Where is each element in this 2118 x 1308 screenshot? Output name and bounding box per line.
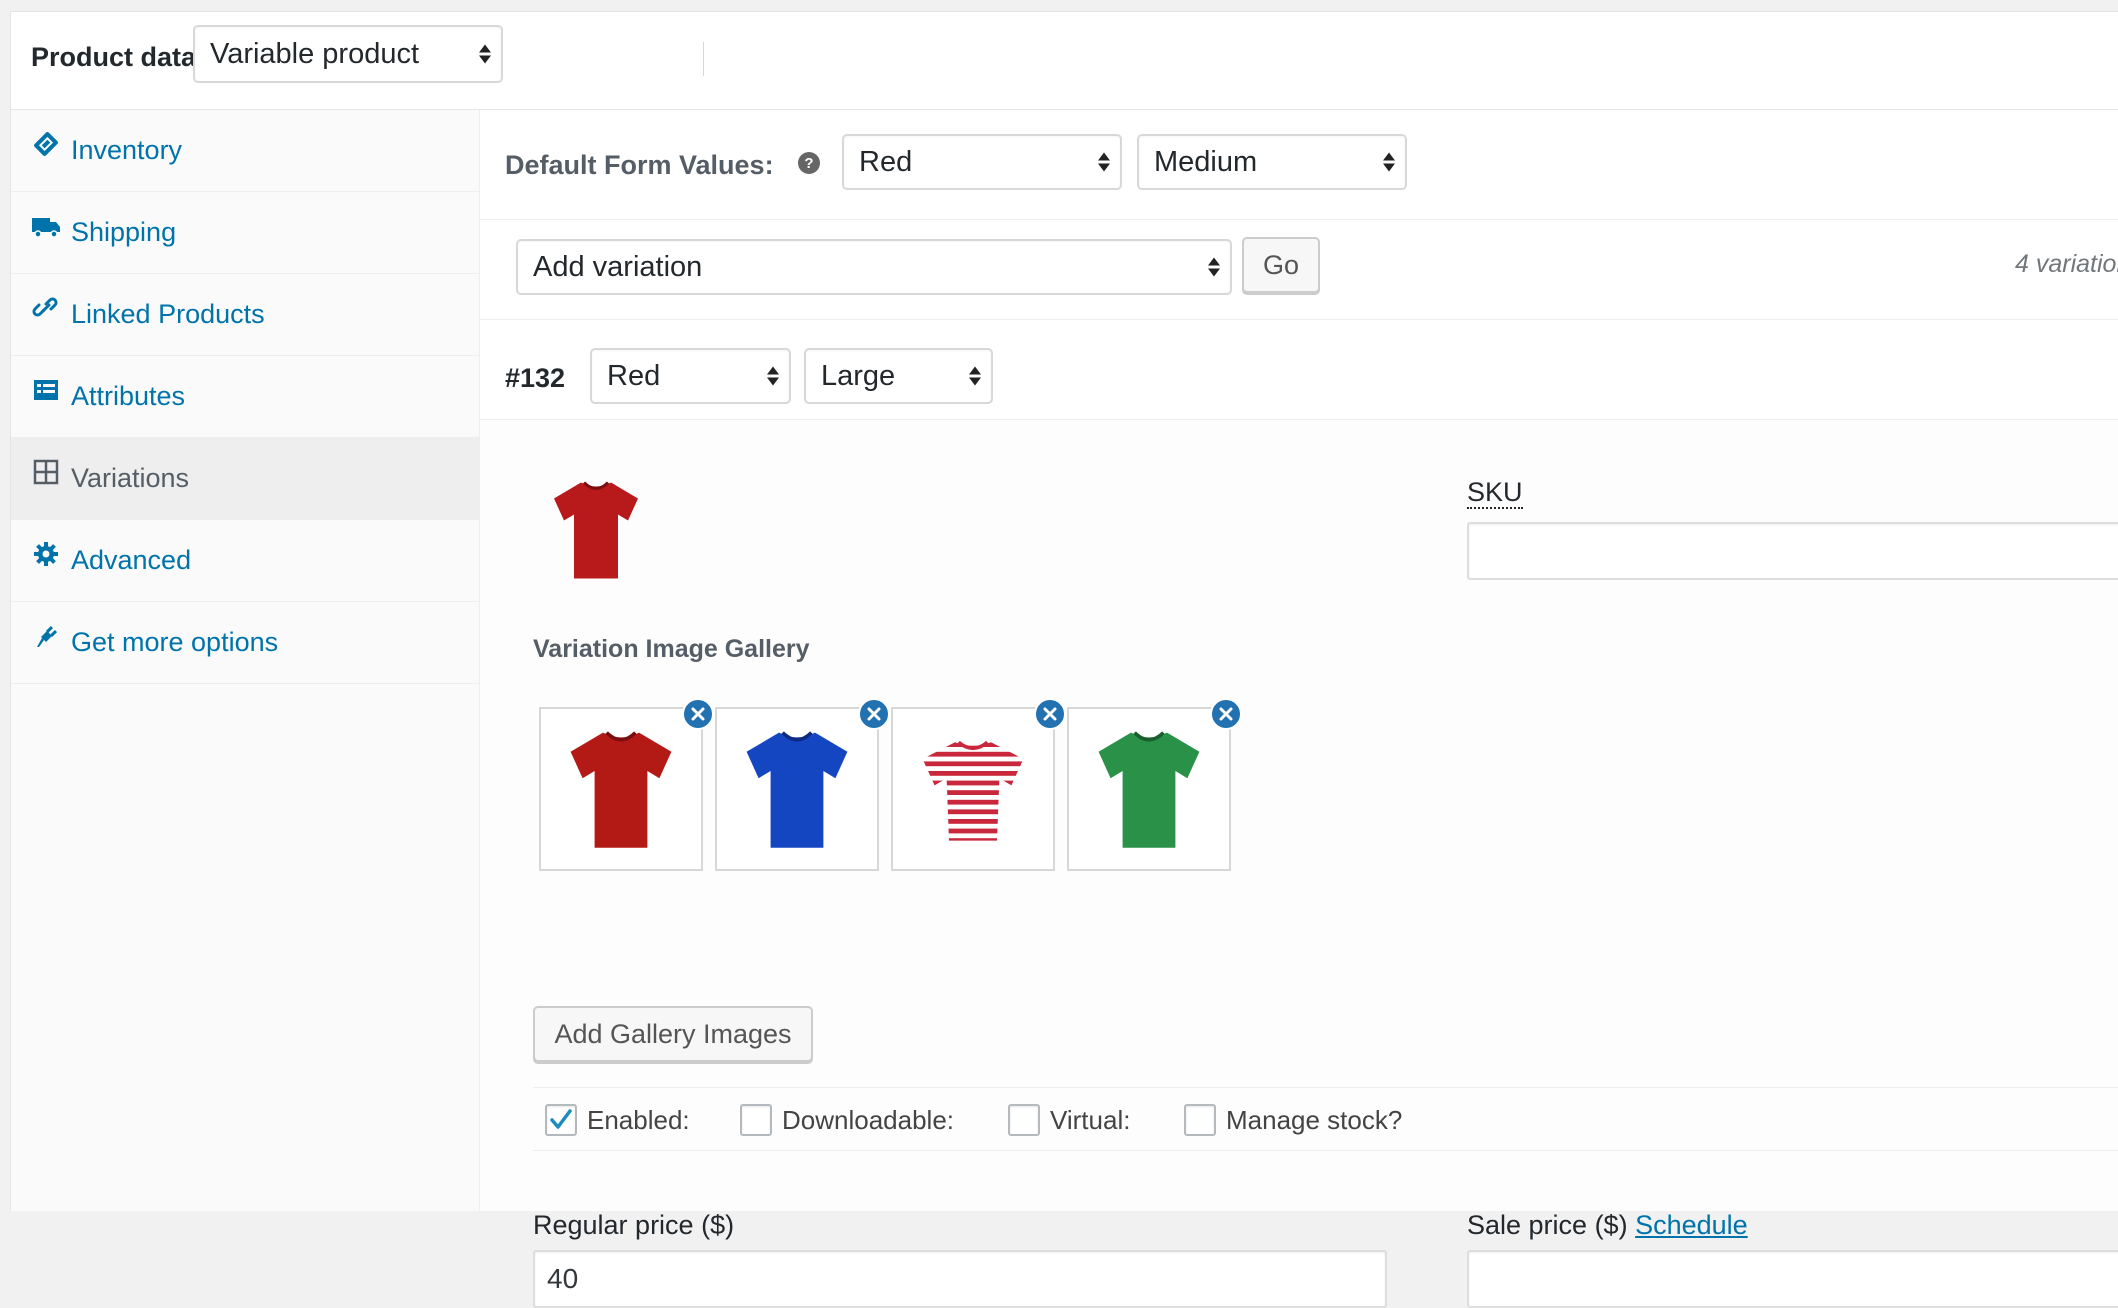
sale-price-input[interactable] [1467,1250,2118,1308]
inventory-icon [31,129,61,159]
select-arrows-icon [969,366,981,386]
help-icon[interactable]: ? [798,152,820,174]
product-data-metabox: Product data — Variable product Inventor… [10,11,2118,1308]
tab-label: Get more options [71,627,279,657]
gallery-item-striped[interactable] [891,698,1066,871]
default-form-values-row: Default Form Values: ? Red Medium [480,110,2118,220]
header-separator [703,42,704,76]
manage-stock-checkbox[interactable] [1184,1104,1216,1136]
tab-label: Advanced [71,545,192,575]
regular-price-input[interactable]: 40 [533,1250,1387,1308]
add-variation-value: Add variation [533,250,703,283]
variation-image[interactable] [532,465,660,593]
enabled-checkbox[interactable] [545,1104,577,1136]
schedule-link[interactable]: Schedule [1635,1210,1748,1240]
sale-price-label-group: Sale price ($) Schedule [1467,1210,1748,1241]
tab-label: Linked Products [71,299,265,329]
variation-header-row[interactable]: #132 Red Large [480,320,2118,420]
product-type-value: Variable product [210,37,420,70]
tab-linked-products[interactable]: Linked Products [11,274,479,356]
truck-icon [31,211,61,241]
select-arrows-icon [1383,152,1395,172]
enabled-label: Enabled: [587,1104,690,1135]
add-variation-row: Add variation Go [480,220,2118,320]
grid-icon [31,457,61,487]
tab-variations[interactable]: Variations [11,438,479,520]
gallery-item-blue[interactable] [715,698,890,871]
variation-size-select[interactable]: Large [804,348,993,404]
sku-input[interactable] [1467,522,2118,580]
variation-count: 4 variations [2015,250,2118,278]
add-gallery-images-button[interactable]: Add Gallery Images [533,1006,813,1062]
remove-icon[interactable] [1210,698,1242,730]
tab-advanced[interactable]: Advanced [11,520,479,602]
default-size-value: Medium [1154,145,1258,178]
virtual-checkbox[interactable] [1008,1104,1040,1136]
tab-label: Variations [71,463,190,493]
remove-icon[interactable] [1034,698,1066,730]
sale-price-label: Sale price ($) [1467,1210,1628,1240]
default-form-values-label: Default Form Values: [505,150,774,180]
product-data-header: Product data — Variable product [11,12,2118,110]
downloadable-option[interactable]: Downloadable: [740,1104,954,1136]
gallery-item-green[interactable] [1067,698,1242,871]
add-variation-select[interactable]: Add variation [516,239,1232,295]
variations-panel: Default Form Values: ? Red Medium Add va… [480,110,2118,1308]
tab-label: Shipping [71,217,177,247]
downloadable-label: Downloadable: [782,1104,955,1135]
gallery-title: Variation Image Gallery [533,635,810,663]
gallery-item-red[interactable] [539,698,714,871]
sku-label: SKU [1467,477,1523,509]
select-arrows-icon [767,366,779,386]
manage-stock-label: Manage stock? [1226,1104,1403,1135]
variation-body: SKU Variation Image Gallery Add Gallery … [480,420,2118,1308]
remove-icon[interactable] [858,698,890,730]
tab-inventory[interactable]: Inventory [11,110,479,192]
attributes-icon [31,375,61,405]
regular-price-label: Regular price ($) [533,1210,735,1240]
plugin-icon [31,621,61,651]
default-color-value: Red [859,145,913,178]
downloadable-checkbox[interactable] [740,1104,772,1136]
tab-shipping[interactable]: Shipping [11,192,479,274]
default-size-select[interactable]: Medium [1137,134,1407,190]
select-arrows-icon [1208,257,1220,277]
tab-label: Attributes [71,381,186,411]
checkmark-icon [550,1109,572,1129]
enabled-option[interactable]: Enabled: [545,1104,690,1136]
striped-tshirt-icon [922,740,1024,841]
blue-tshirt-icon [746,731,848,848]
tshirt-icon [554,480,638,578]
manage-stock-option[interactable]: Manage stock? [1184,1104,1402,1136]
select-arrows-icon [479,44,491,64]
tab-label: Inventory [71,135,183,165]
product-data-tabs: Inventory Shipping Linked Products Attri… [11,110,480,1211]
tab-attributes[interactable]: Attributes [11,356,479,438]
product-type-select[interactable]: Variable product [193,25,503,83]
gear-icon [31,539,61,569]
virtual-option[interactable]: Virtual: [1008,1104,1130,1136]
red-tshirt-icon [570,731,672,848]
default-color-select[interactable]: Red [842,134,1122,190]
link-icon [31,293,61,323]
variation-color-select[interactable]: Red [590,348,791,404]
select-arrows-icon [1098,152,1110,172]
remove-icon[interactable] [682,698,714,730]
variation-id: #132 [505,363,566,393]
variation-options-row: Enabled: Downloadable: Virtual: Manage s… [533,1087,2118,1151]
go-button[interactable]: Go [1242,237,1320,293]
tab-get-more-options[interactable]: Get more options [11,602,479,684]
variation-color-value: Red [607,359,661,392]
virtual-label: Virtual: [1050,1104,1131,1135]
variation-size-value: Large [821,359,896,392]
green-tshirt-icon [1098,731,1200,848]
